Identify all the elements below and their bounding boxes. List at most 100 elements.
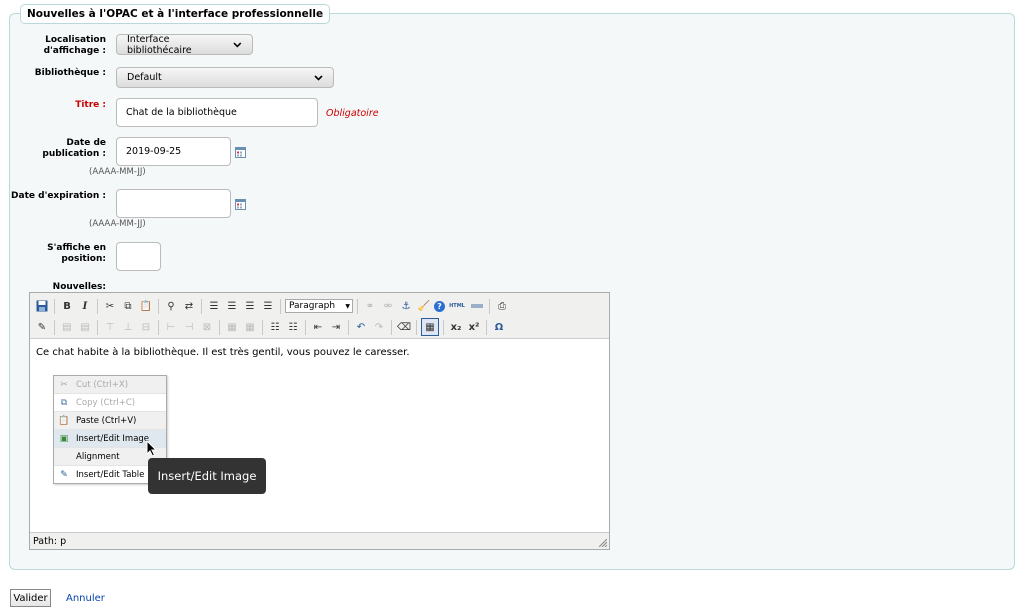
scissors-icon: ✂ bbox=[60, 379, 68, 390]
edit-icon[interactable]: ✎ bbox=[34, 319, 50, 335]
context-menu-copy[interactable]: ⧉ Copy (Ctrl+C) bbox=[54, 394, 166, 412]
library-select-value: Default bbox=[127, 72, 162, 83]
calendar-icon[interactable] bbox=[235, 199, 246, 210]
merge-cells-icon[interactable]: ▦ bbox=[242, 319, 258, 335]
pubdate-format-hint: (AAAA-MM-JJ) bbox=[89, 167, 146, 177]
help-icon[interactable]: ? bbox=[434, 300, 445, 312]
toolbar-separator bbox=[305, 319, 306, 335]
toolbar-separator bbox=[357, 298, 358, 314]
split-cells-icon[interactable]: ▦ bbox=[224, 319, 240, 335]
delete-col-icon[interactable]: ⊠ bbox=[199, 319, 215, 335]
toolbar-separator bbox=[97, 298, 98, 314]
table-icon[interactable]: ▦ bbox=[421, 318, 439, 336]
context-menu-label: Alignment bbox=[76, 451, 120, 462]
align-left-icon[interactable]: ☰ bbox=[206, 298, 222, 314]
toolbar-separator bbox=[416, 319, 417, 335]
subscript-icon[interactable]: x₂ bbox=[448, 319, 464, 335]
indent-icon[interactable]: ⇥ bbox=[328, 319, 344, 335]
insert-row-after-icon[interactable]: ⊥ bbox=[120, 319, 136, 335]
table-icon: ✎ bbox=[60, 469, 68, 480]
context-menu-label: Insert/Edit Image bbox=[76, 433, 150, 444]
cleanup-icon[interactable]: 🧹 bbox=[416, 298, 432, 314]
expdate-format-hint: (AAAA-MM-JJ) bbox=[89, 219, 146, 229]
title-input[interactable]: Chat de la bibliothèque bbox=[116, 98, 318, 127]
insert-row-before-icon[interactable]: ⊤ bbox=[102, 319, 118, 335]
insert-col-before-icon[interactable]: ⊢ bbox=[163, 319, 179, 335]
toolbar-separator bbox=[262, 319, 263, 335]
location-label: Localisation d'affichage : bbox=[43, 35, 106, 56]
required-note: Obligatoire bbox=[326, 108, 379, 119]
bold-icon[interactable]: B bbox=[59, 298, 75, 314]
context-menu-paste[interactable]: 📋 Paste (Ctrl+V) bbox=[54, 412, 166, 430]
context-menu-label: Insert/Edit Table bbox=[76, 469, 145, 480]
pubdate-input-value: 2019-09-25 bbox=[126, 146, 182, 157]
align-right-icon[interactable]: ☰ bbox=[242, 298, 258, 314]
superscript-icon[interactable]: x² bbox=[466, 319, 482, 335]
row-props-icon[interactable]: ▤ bbox=[59, 319, 75, 335]
anchor-icon[interactable]: ⚓ bbox=[398, 298, 414, 314]
position-input[interactable] bbox=[116, 242, 161, 271]
print-icon[interactable]: ⎙ bbox=[494, 298, 510, 314]
toolbar-separator bbox=[54, 298, 55, 314]
bullet-list-icon[interactable]: ☷ bbox=[267, 319, 283, 335]
element-path: Path: p bbox=[33, 535, 67, 547]
pubdate-label: Date de publication : bbox=[42, 138, 106, 159]
cell-props-icon[interactable]: ▤ bbox=[77, 319, 93, 335]
toolbar-separator bbox=[158, 319, 159, 335]
image-icon: ▣ bbox=[59, 433, 69, 444]
toolbar-separator bbox=[280, 298, 281, 314]
format-select[interactable]: Paragraph ▼ bbox=[285, 299, 353, 313]
context-menu-label: Cut (Ctrl+X) bbox=[76, 379, 129, 390]
editor-toolbar: B I ✂ ⧉ 📋 ⚲ ⇄ ☰ ☰ ☰ ☰ Paragraph ▼ ⚭ ⚮ ⚓ 🧹… bbox=[30, 293, 609, 339]
expdate-input[interactable] bbox=[116, 189, 231, 218]
mouse-cursor-icon bbox=[146, 440, 157, 457]
align-justify-icon[interactable]: ☰ bbox=[260, 298, 276, 314]
resize-handle-icon[interactable] bbox=[599, 539, 607, 547]
toolbar-separator bbox=[489, 298, 490, 314]
submit-button[interactable]: Valider bbox=[10, 589, 51, 607]
context-menu-label: Copy (Ctrl+C) bbox=[76, 397, 136, 408]
fieldset-legend: Nouvelles à l'OPAC et à l'interface prof… bbox=[20, 4, 331, 24]
undo-icon[interactable]: ↶ bbox=[353, 319, 369, 335]
toolbar-separator bbox=[219, 319, 220, 335]
location-select[interactable]: Interface bibliothécaire bbox=[116, 34, 253, 56]
remove-format-icon[interactable]: ⌫ bbox=[396, 319, 412, 335]
editor-content[interactable]: Ce chat habite à la bibliothèque. Il est… bbox=[36, 347, 410, 358]
redo-icon[interactable]: ↷ bbox=[371, 319, 387, 335]
toolbar-separator bbox=[391, 319, 392, 335]
pubdate-input[interactable]: 2019-09-25 bbox=[116, 137, 231, 166]
toolbar-separator bbox=[54, 319, 55, 335]
save-icon[interactable] bbox=[34, 298, 50, 314]
horizontal-rule-icon[interactable] bbox=[469, 298, 485, 314]
outdent-icon[interactable]: ⇤ bbox=[310, 319, 326, 335]
toolbar-row-1: B I ✂ ⧉ 📋 ⚲ ⇄ ☰ ☰ ☰ ☰ Paragraph ▼ ⚭ ⚮ ⚓ 🧹… bbox=[34, 296, 510, 316]
html-icon[interactable]: HTML bbox=[447, 298, 467, 314]
unlink-icon[interactable]: ⚮ bbox=[380, 298, 396, 314]
numbered-list-icon[interactable]: ☷ bbox=[285, 319, 301, 335]
context-menu-label: Paste (Ctrl+V) bbox=[76, 415, 137, 426]
tooltip: Insert/Edit Image bbox=[148, 458, 266, 494]
cut-icon[interactable]: ✂ bbox=[102, 298, 118, 314]
link-icon[interactable]: ⚭ bbox=[362, 298, 378, 314]
copy-icon: ⧉ bbox=[60, 397, 68, 408]
format-select-value: Paragraph bbox=[289, 301, 336, 311]
align-center-icon[interactable]: ☰ bbox=[224, 298, 240, 314]
insert-col-after-icon[interactable]: ⊣ bbox=[181, 319, 197, 335]
delete-row-icon[interactable]: ⊟ bbox=[138, 319, 154, 335]
copy-icon[interactable]: ⧉ bbox=[120, 298, 136, 314]
toolbar-separator bbox=[348, 319, 349, 335]
toolbar-row-2: ✎ ▤ ▤ ⊤ ⊥ ⊟ ⊢ ⊣ ⊠ ▦ ▦ ☷ ☷ ⇤ ⇥ ↶ ↷ ⌫ ▦ x₂… bbox=[34, 317, 507, 337]
expdate-label: Date d'expiration : bbox=[11, 191, 106, 201]
toolbar-separator bbox=[201, 298, 202, 314]
special-char-icon[interactable]: Ω bbox=[491, 319, 507, 335]
library-select[interactable]: Default bbox=[116, 67, 334, 88]
italic-icon[interactable]: I bbox=[77, 298, 93, 314]
replace-icon[interactable]: ⇄ bbox=[181, 298, 197, 314]
chevron-down-icon bbox=[233, 42, 242, 48]
cancel-link[interactable]: Annuler bbox=[66, 593, 105, 604]
context-menu-cut[interactable]: ✂ Cut (Ctrl+X) bbox=[54, 376, 166, 394]
paste-icon[interactable]: 📋 bbox=[138, 298, 154, 314]
chevron-down-icon bbox=[314, 74, 323, 81]
find-icon[interactable]: ⚲ bbox=[163, 298, 179, 314]
calendar-icon[interactable] bbox=[235, 147, 246, 158]
